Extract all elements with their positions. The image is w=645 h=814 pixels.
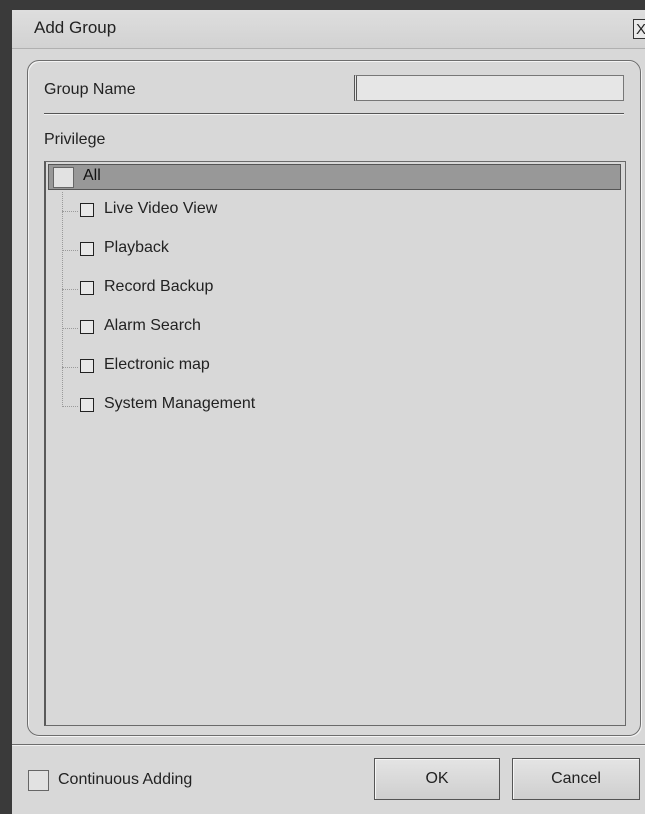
tree-item-alarm-search[interactable]: Alarm Search [46,315,446,341]
privilege-tree: All Live Video View Playback Record Back… [44,161,626,726]
tree-item-all[interactable]: All [48,164,621,190]
checkbox[interactable] [80,359,94,373]
tree-item-label: Record Backup [104,278,214,295]
cancel-button[interactable]: Cancel [512,758,640,800]
continuous-adding-checkbox[interactable] [28,770,49,791]
tree-item-label: System Management [104,395,256,412]
footer-divider [12,744,645,746]
divider [44,113,624,115]
tree-branch [62,289,78,290]
close-icon: X [636,21,645,38]
tree-item-label: Playback [104,239,169,256]
tree-item-label: All [83,167,101,184]
continuous-adding-label: Continuous Adding [58,771,193,788]
tree-branch [62,250,78,251]
group-panel: Group Name Privilege All Live Video View… [27,60,641,736]
tree-branch [62,211,78,212]
tree-branch [62,406,78,407]
close-button[interactable]: X [633,19,645,39]
title-bar: Add Group X [12,10,645,49]
checkbox[interactable] [80,281,94,295]
ok-button[interactable]: OK [374,758,500,800]
tree-item-system-management[interactable]: System Management [46,393,446,419]
checkbox[interactable] [80,398,94,412]
tree-item-live-video-view[interactable]: Live Video View [46,198,446,224]
add-group-dialog: Add Group X Group Name Privilege All Liv… [0,0,645,814]
privilege-label: Privilege [44,131,106,148]
tree-item-label: Electronic map [104,356,210,373]
dialog-title: Add Group [34,18,117,37]
tree-branch [62,367,78,368]
checkbox[interactable] [80,203,94,217]
checkbox[interactable] [80,242,94,256]
group-name-label: Group Name [44,81,136,98]
tree-branch [62,328,78,329]
tree-item-record-backup[interactable]: Record Backup [46,276,446,302]
tree-item-label: Live Video View [104,200,218,217]
checkbox[interactable] [80,320,94,334]
all-checkbox[interactable] [53,167,74,188]
group-name-input[interactable] [354,75,624,101]
tree-item-playback[interactable]: Playback [46,237,446,263]
tree-item-electronic-map[interactable]: Electronic map [46,354,446,380]
tree-item-label: Alarm Search [104,317,201,334]
